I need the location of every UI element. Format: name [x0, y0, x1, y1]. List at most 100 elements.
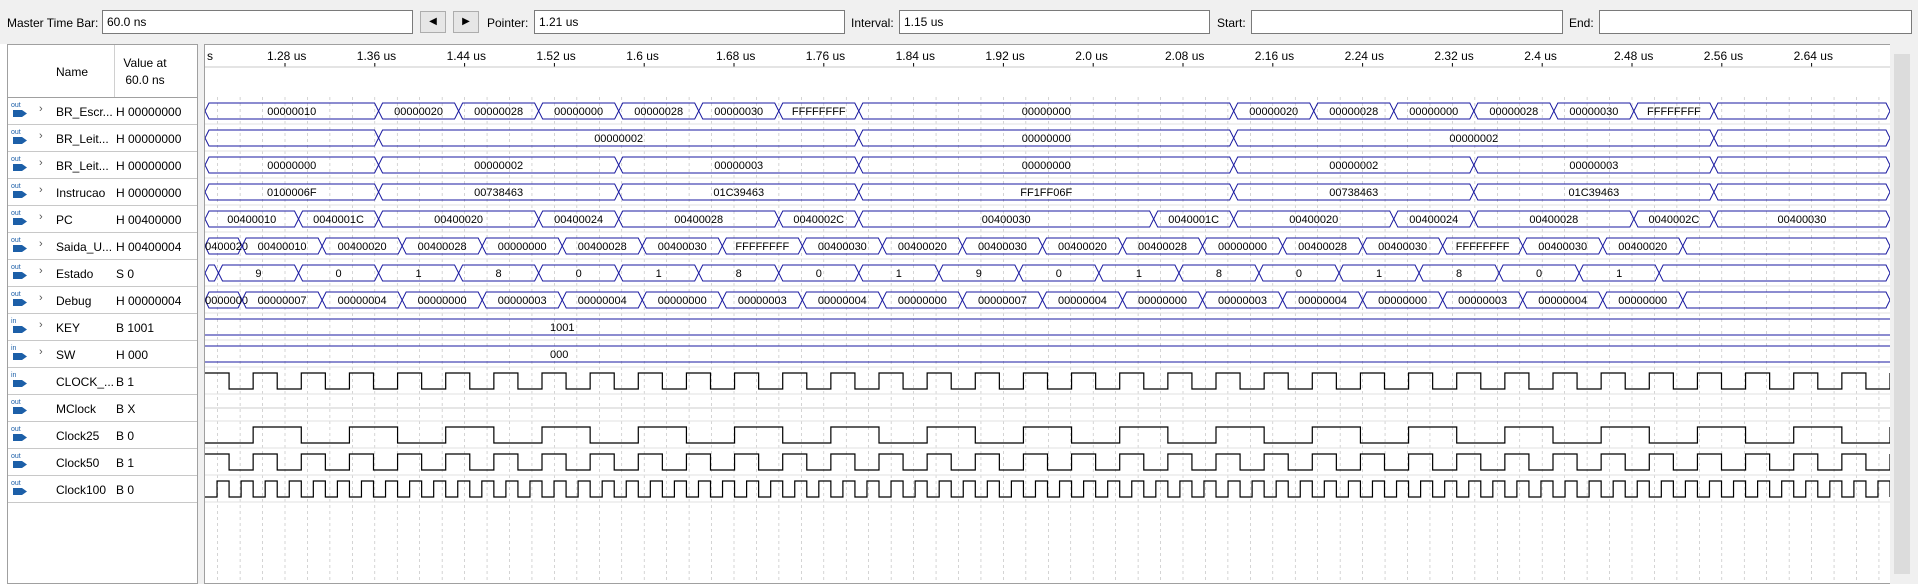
signal-row[interactable]: out › BR_Escr... H 00000000 — [8, 98, 197, 125]
bus-value-label: 00000002 — [474, 160, 523, 172]
bus-value-label: 00400030 — [1777, 214, 1826, 226]
svg-text:out: out — [11, 453, 21, 460]
time-scale-label: 2.0 us — [1075, 49, 1108, 63]
bus-segment — [1713, 102, 1890, 120]
bus-value-label: 1 — [416, 268, 422, 280]
signal-row[interactable]: out › BR_Leit... H 00000000 — [8, 152, 197, 179]
bus-value-label: 00400028 — [1529, 214, 1578, 226]
output-pin-icon: out — [11, 237, 27, 252]
output-pin-icon: out — [11, 102, 27, 117]
vertical-scrollbar[interactable] — [1890, 44, 1918, 584]
bus-value-label: 8 — [736, 268, 742, 280]
expand-chevron-icon[interactable]: › — [39, 103, 43, 115]
signal-value: B 1001 — [116, 321, 155, 335]
bus-value-label: 00400020 — [1618, 241, 1667, 253]
prev-transition-button[interactable]: ◀ — [420, 11, 446, 33]
signal-row[interactable]: out Clock25 B 0 — [8, 422, 197, 449]
bus-value-label: 00000004 — [1298, 295, 1347, 307]
signal-row[interactable]: out MClock B X — [8, 395, 197, 422]
expand-chevron-icon[interactable]: › — [39, 292, 43, 304]
signal-row[interactable]: out Clock50 B 1 — [8, 449, 197, 476]
bus-value-label: 00400024 — [1409, 214, 1458, 226]
name-column-header[interactable]: Name — [56, 65, 88, 79]
bus-value-label: 00400030 — [658, 241, 707, 253]
time-scale-label: 2.4 us — [1524, 49, 1557, 63]
signal-value: H 00000000 — [116, 159, 182, 173]
bus-value-label: FFFFFFFF — [1647, 106, 1701, 118]
bus-value-label: FFFFFFFF — [1456, 241, 1510, 253]
start-input[interactable] — [1251, 10, 1563, 34]
bus-value-label: 00000003 — [498, 295, 547, 307]
signal-row[interactable]: out › Debug H 00000004 — [8, 287, 197, 314]
svg-text:in: in — [11, 372, 17, 379]
bus-value-label: 00000000 — [418, 295, 467, 307]
bus-value-label: 0040001C — [313, 214, 364, 226]
expand-chevron-icon[interactable]: › — [39, 319, 43, 331]
signal-value: H 00000000 — [116, 186, 182, 200]
bus-value-label: 00000010 — [267, 106, 316, 118]
master-time-bar-input[interactable] — [102, 10, 413, 34]
svg-text:out: out — [11, 129, 21, 136]
signal-value: H 000 — [116, 348, 149, 362]
time-scale-label: 2.48 us — [1614, 49, 1653, 63]
svg-text:out: out — [11, 426, 21, 433]
bus-value-label: 00738463 — [474, 187, 523, 199]
bus-value-label: 1 — [896, 268, 902, 280]
signal-value: B 1 — [116, 456, 135, 470]
signal-name: CLOCK_... — [56, 375, 115, 389]
end-label: End: — [1569, 16, 1594, 30]
bus-value-label: 00000004 — [818, 295, 867, 307]
value-header-line1: Value at — [123, 56, 167, 70]
signal-row[interactable]: out › Instrucao H 00000000 — [8, 179, 197, 206]
expand-chevron-icon[interactable]: › — [39, 346, 43, 358]
bus-value-label: 00000000 — [658, 295, 707, 307]
pointer-input[interactable] — [534, 10, 845, 34]
expand-chevron-icon[interactable]: › — [39, 130, 43, 142]
value-column-header[interactable]: Value at 60.0 ns — [115, 55, 175, 89]
toolbar: Master Time Bar: ◀ ▶ Pointer: Interval: … — [0, 0, 1918, 44]
signal-row[interactable]: out › Estado S 0 — [8, 260, 197, 287]
signal-row[interactable]: out › BR_Leit... H 00000000 — [8, 125, 197, 152]
bus-value-label: 00000000 — [1022, 106, 1071, 118]
bus-value-label: 8 — [1216, 268, 1222, 280]
signal-row[interactable]: out › Saida_U... H 00400004 — [8, 233, 197, 260]
expand-chevron-icon[interactable]: › — [39, 238, 43, 250]
time-scale-label: 1.52 us — [536, 49, 575, 63]
output-pin-icon: out — [11, 129, 27, 144]
output-pin-icon: out — [11, 156, 27, 171]
next-transition-button[interactable]: ▶ — [453, 11, 479, 33]
signal-name: Clock100 — [56, 483, 107, 497]
expand-chevron-icon[interactable]: › — [39, 184, 43, 196]
waveform-canvas[interactable]: s 1.28 us 1.36 us 1.44 us 1.52 us 1.6 us 1.68 … — [205, 45, 1890, 583]
svg-text:out: out — [11, 237, 21, 244]
bus-value-label: 00000030 — [1569, 106, 1618, 118]
time-scale-label: 1.92 us — [985, 49, 1024, 63]
waveform-panel[interactable]: s 1.28 us 1.36 us 1.44 us 1.52 us 1.6 us 1.68 … — [204, 44, 1918, 584]
scrollbar-thumb[interactable] — [1894, 54, 1910, 574]
expand-chevron-icon[interactable]: › — [39, 211, 43, 223]
bus-value-label: 00000000 — [1618, 295, 1667, 307]
expand-chevron-icon[interactable]: › — [39, 157, 43, 169]
bus-value-label: 00400024 — [554, 214, 603, 226]
signal-name: BR_Leit... — [56, 132, 109, 146]
signal-value: S 0 — [116, 267, 135, 281]
bus-value-label: 9 — [976, 268, 982, 280]
interval-input[interactable] — [899, 10, 1210, 34]
time-scale-label: s — [207, 49, 213, 63]
signal-row[interactable]: in › SW H 000 — [8, 341, 197, 368]
signal-row[interactable]: out › PC H 00400000 — [8, 206, 197, 233]
signal-row[interactable]: out Clock100 B 0 — [8, 476, 197, 503]
expand-chevron-icon[interactable]: › — [39, 265, 43, 277]
bus-value-label: 1 — [656, 268, 662, 280]
bus-value-label: 8 — [496, 268, 502, 280]
svg-text:out: out — [11, 480, 21, 487]
signal-row[interactable]: in CLOCK_... B 1 — [8, 368, 197, 395]
bus-value-label: 0 — [1536, 268, 1542, 280]
signal-row[interactable]: in › KEY B 1001 — [8, 314, 197, 341]
end-input[interactable] — [1599, 10, 1912, 34]
clock-waveform — [205, 480, 1890, 498]
time-scale-label: 2.32 us — [1434, 49, 1473, 63]
svg-text:out: out — [11, 102, 21, 109]
output-pin-icon: out — [11, 399, 27, 414]
bus-value-label: 00000004 — [578, 295, 627, 307]
